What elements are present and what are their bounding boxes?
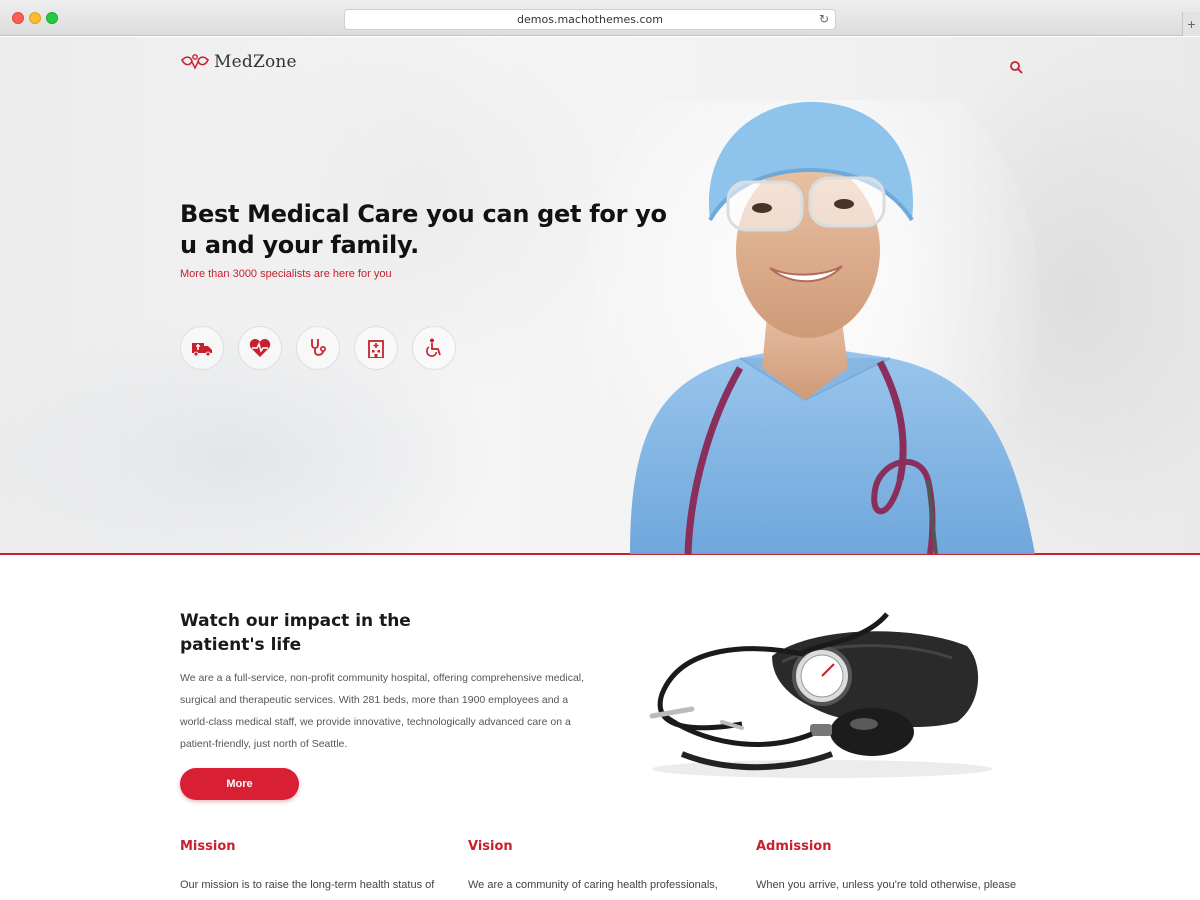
impact-text: We are a a full-service, non-profit comm… — [180, 672, 585, 750]
service-icons — [180, 326, 456, 370]
mission-title: Mission — [180, 839, 236, 854]
site-logo[interactable]: MedZone — [180, 52, 297, 72]
address-url: demos.machothemes.com — [517, 13, 663, 26]
ambulance-icon — [192, 343, 212, 356]
address-bar[interactable]: demos.machothemes.com ↻ — [344, 9, 836, 30]
stethoscope-button[interactable] — [296, 326, 340, 370]
reload-icon[interactable]: ↻ — [819, 12, 829, 26]
heartbeat-icon — [249, 339, 271, 357]
zoom-window-button[interactable] — [46, 12, 58, 24]
search-icon[interactable] — [1009, 60, 1023, 74]
stethoscope-icon — [311, 339, 327, 356]
wheelchair-icon — [426, 338, 441, 357]
ambulance-button[interactable] — [180, 326, 224, 370]
mission-text: Our mission is to raise the long-term he… — [180, 879, 435, 891]
hero-title: Best Medical Care you can get for you an… — [180, 200, 667, 259]
browser-toolbar: demos.machothemes.com ↻ + — [0, 0, 1200, 36]
logo-mark-icon — [181, 54, 209, 70]
hospital-button[interactable] — [354, 326, 398, 370]
minimize-window-button[interactable] — [29, 12, 41, 24]
blood-pressure-monitor-photo — [649, 612, 992, 778]
vision-title: Vision — [468, 839, 513, 854]
impact-title: Watch our impact in the patient's life — [180, 611, 411, 655]
heartbeat-button[interactable] — [238, 326, 282, 370]
wheelchair-button[interactable] — [412, 326, 456, 370]
vision-text: We are a community of caring health prof… — [468, 879, 718, 891]
admission-title: Admission — [756, 839, 832, 854]
more-button[interactable]: More — [180, 768, 299, 800]
nurse-photo — [590, 100, 1040, 554]
new-tab-button[interactable]: + — [1182, 12, 1200, 36]
hero-subtitle: More than 3000 specialists are here for … — [180, 268, 392, 280]
close-window-button[interactable] — [12, 12, 24, 24]
logo-text: MedZone — [214, 52, 297, 72]
admission-text: When you arrive, unless you're told othe… — [756, 879, 1017, 891]
hospital-icon — [368, 340, 384, 358]
